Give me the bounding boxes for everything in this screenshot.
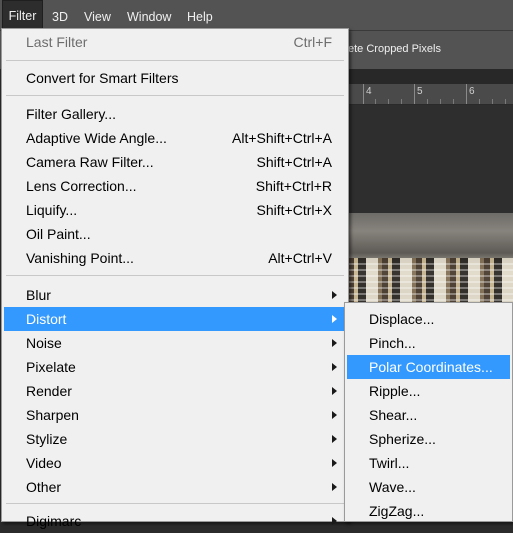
filter-menu: Last Filter Ctrl+F Convert for Smart Fil…	[1, 28, 349, 529]
menu-item-oil-paint[interactable]: Oil Paint...	[4, 222, 346, 246]
submenu-arrow-icon	[332, 339, 337, 347]
submenu-arrow-icon	[332, 459, 337, 467]
submenu-item-polar-coordinates[interactable]: Polar Coordinates...	[347, 355, 510, 379]
menubar-filter[interactable]: Filter	[2, 0, 43, 30]
menu-item-other[interactable]: Other	[4, 475, 346, 499]
ruler-number: 4	[366, 86, 372, 97]
menubar-help[interactable]: Help	[187, 0, 213, 30]
submenu-arrow-icon	[332, 517, 337, 525]
menu-separator	[6, 95, 344, 96]
menu-item-last-filter: Last Filter Ctrl+F	[26, 34, 332, 50]
menubar-view[interactable]: View	[84, 0, 111, 30]
submenu-item-zigzag[interactable]: ZigZag...	[347, 499, 510, 523]
submenu-item-twirl[interactable]: Twirl...	[347, 451, 510, 475]
menu-separator	[6, 503, 344, 504]
submenu-arrow-icon	[332, 387, 337, 395]
menu-item-digimarc[interactable]: Digimarc	[4, 509, 346, 533]
submenu-item-ripple[interactable]: Ripple...	[347, 379, 510, 403]
submenu-item-pinch[interactable]: Pinch...	[347, 331, 510, 355]
menubar-3d[interactable]: 3D	[52, 0, 68, 30]
submenu-arrow-icon	[332, 483, 337, 491]
submenu-arrow-icon	[332, 435, 337, 443]
submenu-arrow-icon	[332, 411, 337, 419]
menu-item-camera-raw-filter[interactable]: Camera Raw Filter... Shift+Ctrl+A	[4, 150, 346, 174]
canvas-pasteboard	[348, 105, 513, 213]
submenu-item-wave[interactable]: Wave...	[347, 475, 510, 499]
ruler-number: 6	[469, 86, 475, 97]
menu-item-sharpen[interactable]: Sharpen	[4, 403, 346, 427]
horizontal-ruler: 4 5 6	[348, 84, 513, 105]
menu-item-lens-correction[interactable]: Lens Correction... Shift+Ctrl+R	[4, 174, 346, 198]
menu-item-video[interactable]: Video	[4, 451, 346, 475]
distort-submenu: Displace... Pinch... Polar Coordinates..…	[344, 302, 513, 522]
menu-item-liquify[interactable]: Liquify... Shift+Ctrl+X	[4, 198, 346, 222]
menu-item-adaptive-wide-angle[interactable]: Adaptive Wide Angle... Alt+Shift+Ctrl+A	[4, 126, 346, 150]
menu-item-pixelate[interactable]: Pixelate	[4, 355, 346, 379]
menu-item-distort[interactable]: Distort	[4, 307, 346, 331]
menu-item-vanishing-point[interactable]: Vanishing Point... Alt+Ctrl+V	[4, 246, 346, 270]
menu-bar: Filter 3D View Window Help	[0, 0, 513, 31]
delete-cropped-pixels-label[interactable]: ete Cropped Pixels	[348, 43, 441, 55]
submenu-item-shear[interactable]: Shear...	[347, 403, 510, 427]
menu-item-filter-gallery[interactable]: Filter Gallery...	[4, 102, 346, 126]
menu-item-stylize[interactable]: Stylize	[4, 427, 346, 451]
ruler-number: 5	[417, 86, 423, 97]
menu-item-render[interactable]: Render	[4, 379, 346, 403]
submenu-arrow-icon	[332, 363, 337, 371]
menu-item-blur[interactable]: Blur	[4, 283, 346, 307]
submenu-item-spherize[interactable]: Spherize...	[347, 427, 510, 451]
menu-separator	[6, 275, 344, 276]
menu-item-noise[interactable]: Noise	[4, 331, 346, 355]
submenu-arrow-icon	[332, 291, 337, 299]
submenu-arrow-icon	[332, 315, 337, 323]
menubar-window[interactable]: Window	[127, 0, 171, 30]
menu-separator	[6, 60, 344, 61]
menu-item-convert-smart-filters[interactable]: Convert for Smart Filters	[4, 66, 346, 90]
submenu-item-displace[interactable]: Displace...	[347, 307, 510, 331]
